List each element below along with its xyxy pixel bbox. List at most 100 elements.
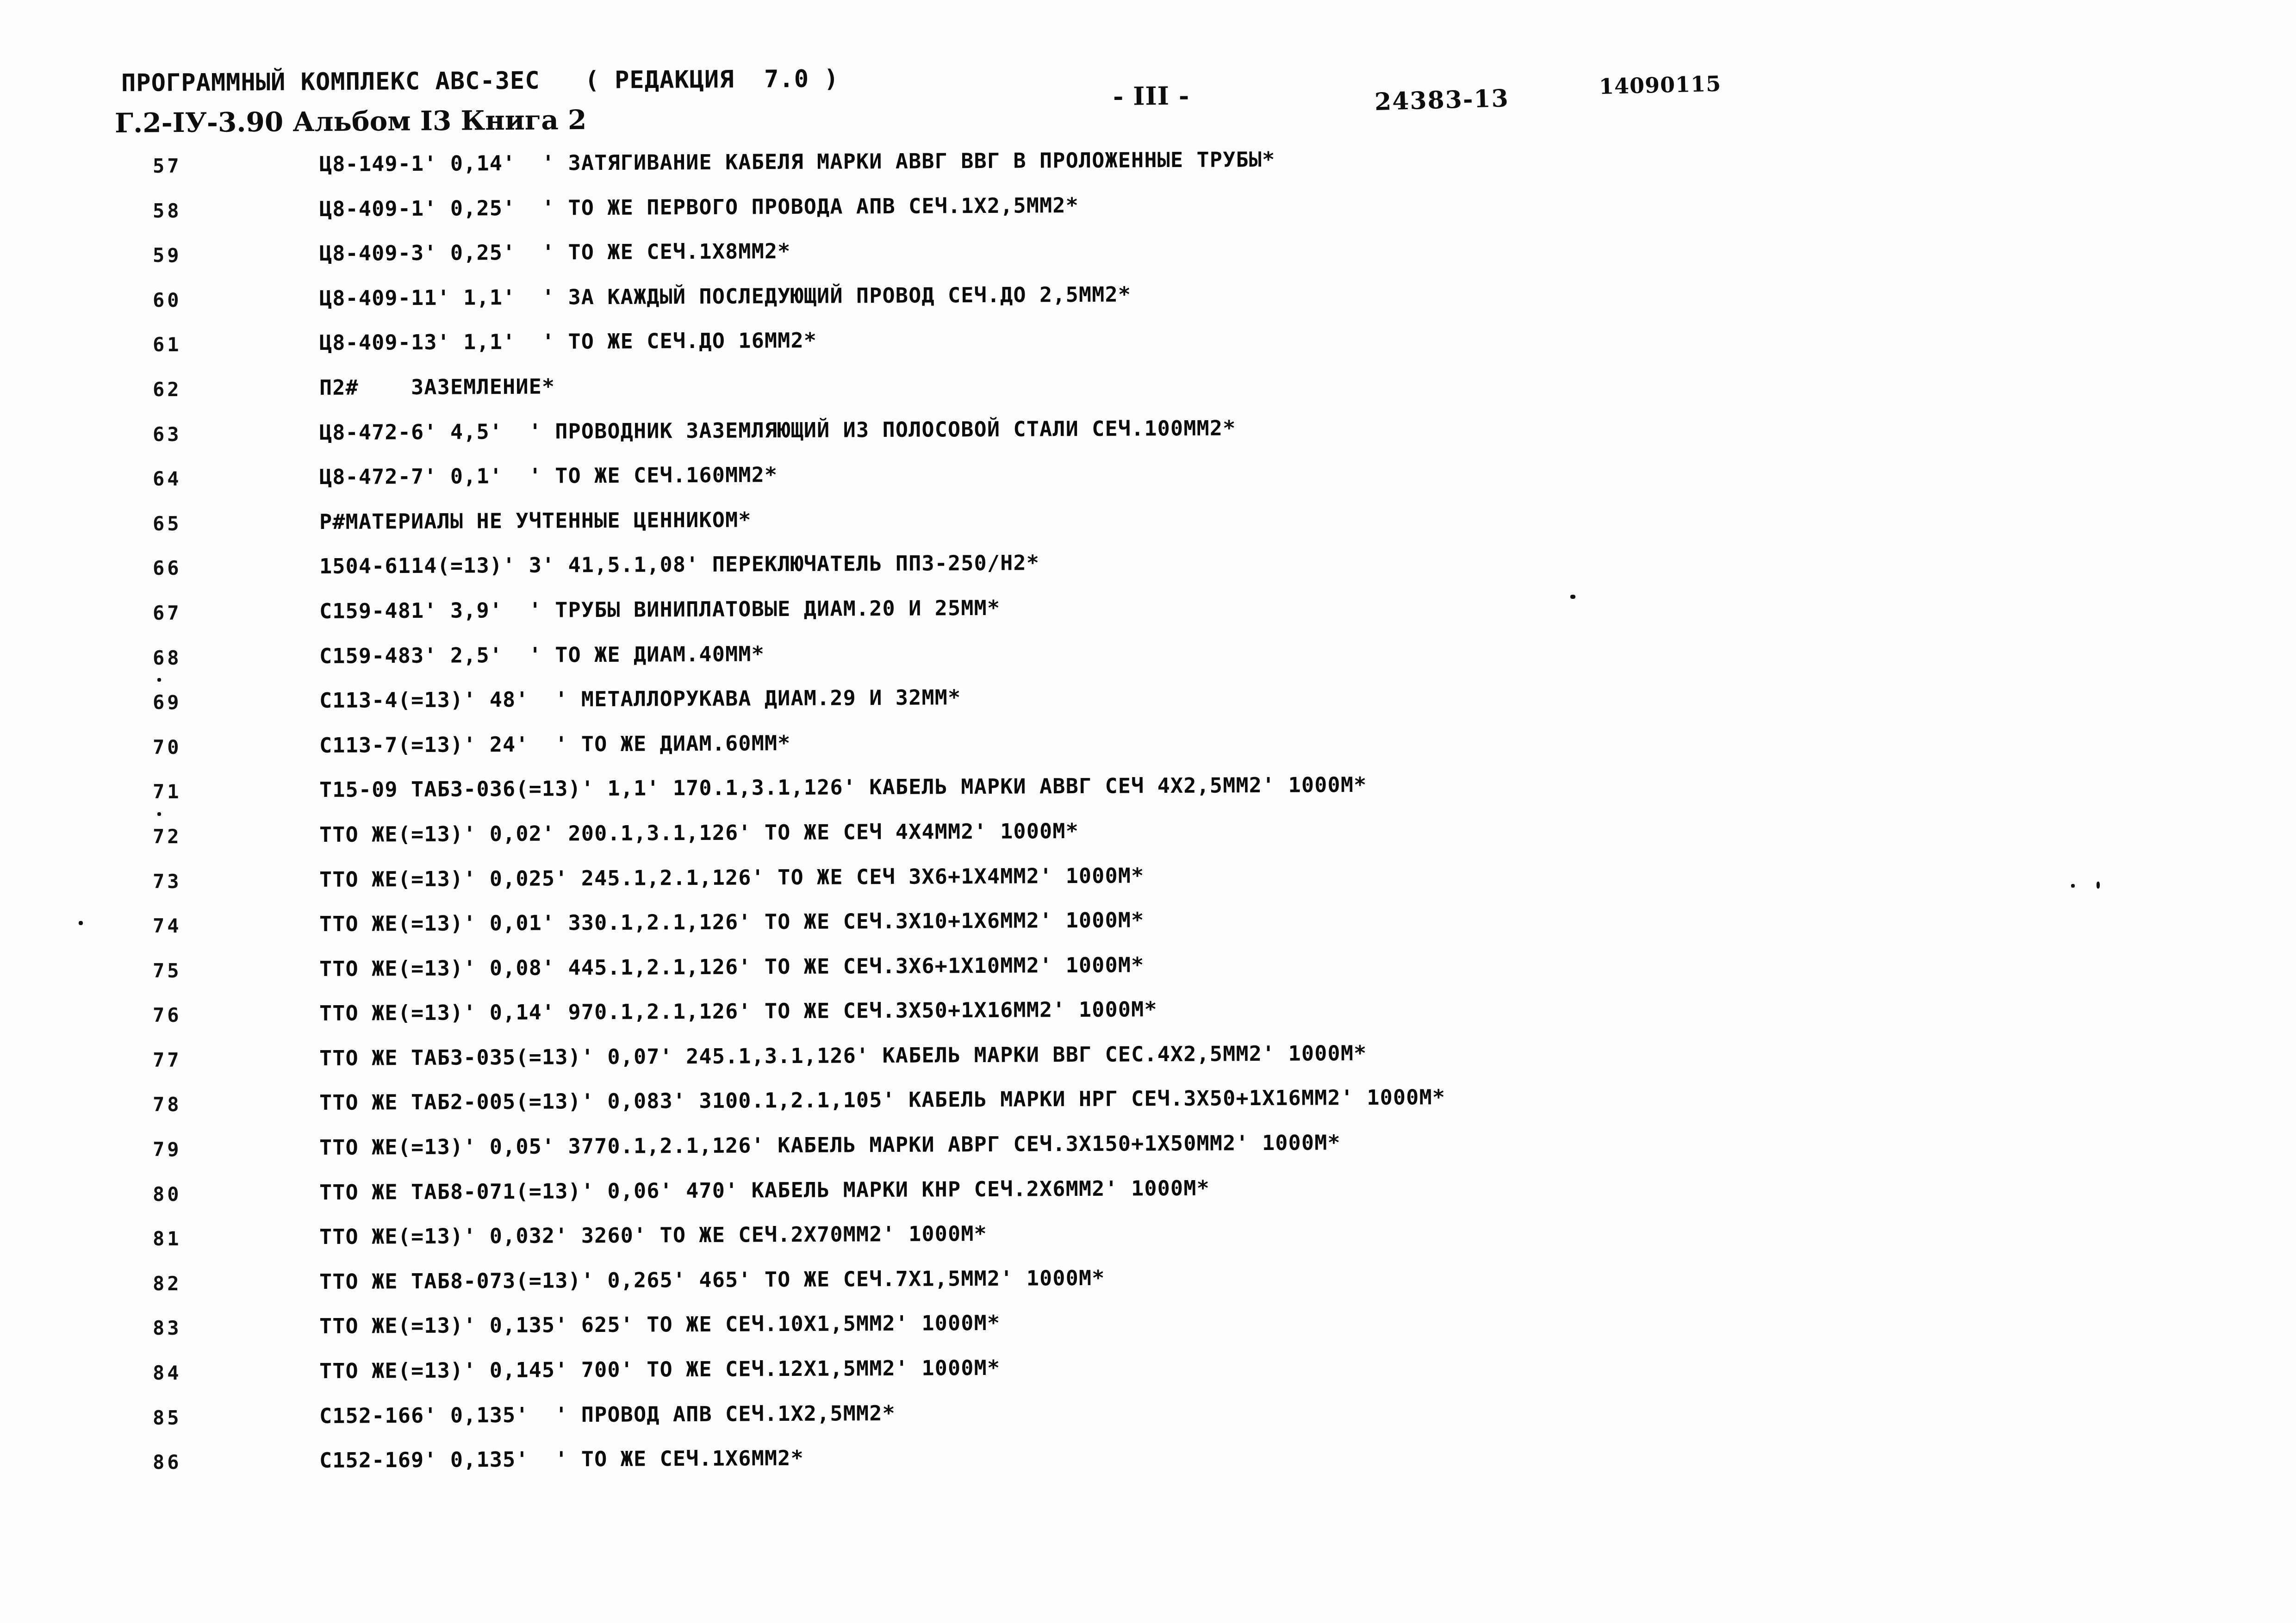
row-number: 76 <box>153 1004 182 1027</box>
listing-row: 59 Ц8-409-3' 0,25' ' ТО ЖЕ СЕЧ.1Х8ММ2* <box>0 237 2296 282</box>
page-number-marker: - III - <box>1113 81 1190 111</box>
listing-row: 69 С113-4(=13)' 48' ' МЕТАЛЛОРУКАВА ДИАМ.… <box>0 684 2296 729</box>
scan-speckle <box>2097 882 2100 889</box>
row-text: ТТО ЖЕ ТАБ3-035(=13)' 0,07' 245.1,3.1,12… <box>319 1040 1367 1070</box>
row-number: 62 <box>153 378 182 401</box>
estimate-listing: 57 Ц8-149-1' 0,14' ' ЗАТЯГИВАНИЕ КАБЕЛЯ М… <box>0 147 2296 1489</box>
scan-speckle <box>79 921 83 925</box>
listing-row: 64 Ц8-472-7' 0,1' ' ТО ЖЕ СЕЧ.160ММ2* <box>0 461 2296 506</box>
row-text: С159-481' 3,9' ' ТРУБЫ ВИНИПЛАТОВЫЕ ДИАМ… <box>319 595 1001 623</box>
listing-row: 57 Ц8-149-1' 0,14' ' ЗАТЯГИВАНИЕ КАБЕЛЯ М… <box>0 147 2296 193</box>
row-number: 71 <box>153 780 182 803</box>
row-number: 77 <box>153 1048 182 1071</box>
row-number: 64 <box>153 467 182 491</box>
listing-row: 74 ТТО ЖЕ(=13)' 0,01' 330.1,2.1,126' ТО Ж… <box>0 908 2296 953</box>
row-number: 57 <box>153 155 182 177</box>
row-text: С113-4(=13)' 48' ' МЕТАЛЛОРУКАВА ДИАМ.29… <box>319 685 961 713</box>
scan-speckle <box>2071 884 2075 888</box>
program-complex-title: ПРОГРАММНЫЙ КОМПЛЕКС АВС-3ЕС ( РЕДАКЦИЯ … <box>121 65 839 97</box>
row-number: 82 <box>153 1272 182 1295</box>
row-number: 58 <box>153 199 182 222</box>
row-text: ТТО ЖЕ(=13)' 0,135' 625' ТО ЖЕ СЕЧ.10Х1,… <box>319 1311 1001 1339</box>
listing-row: 84 ТТО ЖЕ(=13)' 0,145' 700' ТО ЖЕ СЕЧ.12Х… <box>0 1355 2296 1400</box>
row-number: 74 <box>153 914 182 938</box>
listing-row: 71 Т15-09 ТАБ3-036(=13)' 1,1' 170.1,3.1,1… <box>0 772 2296 819</box>
listing-row: 60 Ц8-409-11' 1,1' ' ЗА КАЖДЫЙ ПОСЛЕДУЮЩИ… <box>0 282 2296 327</box>
row-text: ТТО ЖЕ ТАБ2-005(=13)' 0,083' 3100.1,2.1,… <box>319 1085 1446 1115</box>
row-number: 68 <box>153 646 182 669</box>
row-text: ТТО ЖЕ(=13)' 0,145' 700' ТО ЖЕ СЕЧ.12Х1,… <box>319 1355 1001 1384</box>
listing-row: 58 Ц8-409-1' 0,25' ' ТО ЖЕ ПЕРВОГО ПРОВОД… <box>0 193 2296 238</box>
row-number: 85 <box>153 1406 182 1429</box>
listing-row: 66 1504-6114(=13)' 3' 41,5.1,08' ПЕРЕКЛЮЧ… <box>0 550 2296 595</box>
listing-row: 73 ТТО ЖЕ(=13)' 0,025' 245.1,2.1,126' ТО … <box>0 863 2296 908</box>
scanned-document-page: ПРОГРАММНЫЙ КОМПЛЕКС АВС-3ЕС ( РЕДАКЦИЯ … <box>0 0 2296 1623</box>
row-text: ТТО ЖЕ(=13)' 0,02' 200.1,3.1,126' ТО ЖЕ … <box>319 818 1079 847</box>
listing-row: 86 С152-169' 0,135' ' ТО ЖЕ СЕЧ.1Х6ММ2* <box>0 1444 2296 1489</box>
listing-row: 63 Ц8-472-6' 4,5' ' ПРОВОДНИК ЗАЗЕМЛЯЮЩИЙ… <box>0 415 2296 461</box>
row-number: 70 <box>153 735 182 759</box>
listing-row: 76 ТТО ЖЕ(=13)' 0,14' 970.1,2.1,126' ТО Ж… <box>0 997 2296 1042</box>
row-number: 66 <box>153 557 182 580</box>
row-number: 83 <box>153 1317 182 1340</box>
row-text: Ц8-409-3' 0,25' ' ТО ЖЕ СЕЧ.1Х8ММ2* <box>319 239 791 266</box>
listing-row: 78 ТТО ЖЕ ТАБ2-005(=13)' 0,083' 3100.1,2.… <box>0 1085 2296 1132</box>
row-number: 84 <box>153 1362 182 1385</box>
listing-row: 83 ТТО ЖЕ(=13)' 0,135' 625' ТО ЖЕ СЕЧ.10Х… <box>0 1310 2296 1355</box>
row-text: ТТО ЖЕ(=13)' 0,032' 3260' ТО ЖЕ СЕЧ.2Х70… <box>319 1221 988 1250</box>
row-text: ТТО ЖЕ ТАБ8-071(=13)' 0,06' 470' КАБЕЛЬ … <box>319 1175 1210 1205</box>
row-number: 65 <box>153 512 182 535</box>
listing-row: 82 ТТО ЖЕ ТАБ8-073(=13)' 0,265' 465' ТО Ж… <box>0 1266 2296 1311</box>
scan-speckle <box>157 678 161 682</box>
row-text: Р#МАТЕРИАЛЫ НЕ УЧТЕННЫЕ ЦЕННИКОМ* <box>319 507 752 534</box>
row-text: Ц8-472-7' 0,1' ' ТО ЖЕ СЕЧ.160ММ2* <box>319 462 778 490</box>
row-text: С159-483' 2,5' ' ТО ЖЕ ДИАМ.40ММ* <box>319 641 765 668</box>
row-text: ТТО ЖЕ(=13)' 0,01' 330.1,2.1,126' ТО ЖЕ … <box>319 908 1145 937</box>
row-text: С152-166' 0,135' ' ПРОВОД АПВ СЕЧ.1Х2,5М… <box>319 1400 896 1428</box>
row-text: ТТО ЖЕ ТАБ8-073(=13)' 0,265' 465' ТО ЖЕ … <box>319 1265 1105 1294</box>
listing-row: 68 С159-483' 2,5' ' ТО ЖЕ ДИАМ.40ММ* <box>0 640 2296 685</box>
row-number: 86 <box>153 1451 182 1474</box>
scan-speckle <box>157 812 161 816</box>
row-text: ТТО ЖЕ(=13)' 0,05' 3770.1,2.1,126' КАБЕЛ… <box>319 1130 1341 1160</box>
row-number: 78 <box>153 1093 182 1116</box>
listing-row: 75 ТТО ЖЕ(=13)' 0,08' 445.1,2.1,126' ТО Ж… <box>0 952 2296 998</box>
album-book-reference: Г.2-IУ-3.90 Альбом I3 Книга 2 <box>114 104 587 139</box>
row-text: С152-169' 0,135' ' ТО ЖЕ СЕЧ.1Х6ММ2* <box>319 1446 804 1473</box>
listing-row: 79 ТТО ЖЕ(=13)' 0,05' 3770.1,2.1,126' КАБ… <box>0 1130 2296 1176</box>
row-text: С113-7(=13)' 24' ' ТО ЖЕ ДИАМ.60ММ* <box>319 730 791 758</box>
document-code: 24383-13 <box>1374 84 1510 116</box>
row-number: 73 <box>153 870 182 893</box>
listing-row: 61 Ц8-409-13' 1,1' ' ТО ЖЕ СЕЧ.ДО 16ММ2* <box>0 327 2296 372</box>
serial-number: 14090115 <box>1599 71 1722 99</box>
listing-row: 67 С159-481' 3,9' ' ТРУБЫ ВИНИПЛАТОВЫЕ ДИ… <box>0 595 2296 640</box>
row-number: 72 <box>153 825 182 848</box>
listing-row: 80 ТТО ЖЕ ТАБ8-071(=13)' 0,06' 470' КАБЕЛ… <box>0 1175 2296 1221</box>
row-text: ТТО ЖЕ(=13)' 0,08' 445.1,2.1,126' ТО ЖЕ … <box>319 952 1145 981</box>
row-number: 63 <box>153 423 182 446</box>
row-number: 69 <box>153 691 182 714</box>
row-text: Ц8-409-11' 1,1' ' ЗА КАЖДЫЙ ПОСЛЕДУЮЩИЙ … <box>319 282 1132 311</box>
row-text: П2# ЗАЗЕМЛЕНИЕ* <box>319 374 555 400</box>
row-text: ТТО ЖЕ(=13)' 0,14' 970.1,2.1,126' ТО ЖЕ … <box>319 997 1157 1026</box>
page-header: ПРОГРАММНЫЙ КОМПЛЕКС АВС-3ЕС ( РЕДАКЦИЯ … <box>0 0 2296 139</box>
row-number: 75 <box>153 959 182 982</box>
scan-speckle <box>1570 595 1575 599</box>
row-number: 81 <box>153 1227 182 1250</box>
row-text: Ц8-409-1' 0,25' ' ТО ЖЕ ПЕРВОГО ПРОВОДА … <box>319 193 1079 221</box>
listing-row: 77 ТТО ЖЕ ТАБ3-035(=13)' 0,07' 245.1,3.1,… <box>0 1040 2296 1087</box>
row-text: 1504-6114(=13)' 3' 41,5.1,08' ПЕРЕКЛЮЧАТ… <box>319 550 1040 579</box>
listing-row: 62 П2# ЗАЗЕМЛЕНИЕ* <box>0 372 2296 417</box>
row-text: ТТО ЖЕ(=13)' 0,025' 245.1,2.1,126' ТО ЖЕ… <box>319 863 1145 892</box>
row-number: 80 <box>153 1182 182 1206</box>
row-text: Ц8-409-13' 1,1' ' ТО ЖЕ СЕЧ.ДО 16ММ2* <box>319 328 817 355</box>
row-text: Ц8-472-6' 4,5' ' ПРОВОДНИК ЗАЗЕМЛЯЮЩИЙ И… <box>319 415 1236 445</box>
listing-row: 72 ТТО ЖЕ(=13)' 0,02' 200.1,3.1,126' ТО Ж… <box>0 819 2296 864</box>
row-text: Ц8-149-1' 0,14' ' ЗАТЯГИВАНИЕ КАБЕЛЯ МАР… <box>319 147 1276 176</box>
row-number: 61 <box>153 333 182 356</box>
row-number: 67 <box>153 601 182 624</box>
row-number: 60 <box>153 288 182 311</box>
listing-row: 70 С113-7(=13)' 24' ' ТО ЖЕ ДИАМ.60ММ* <box>0 729 2296 774</box>
row-number: 79 <box>153 1138 182 1161</box>
listing-row: 85 С152-166' 0,135' ' ПРОВОД АПВ СЕЧ.1Х2,… <box>0 1400 2296 1445</box>
